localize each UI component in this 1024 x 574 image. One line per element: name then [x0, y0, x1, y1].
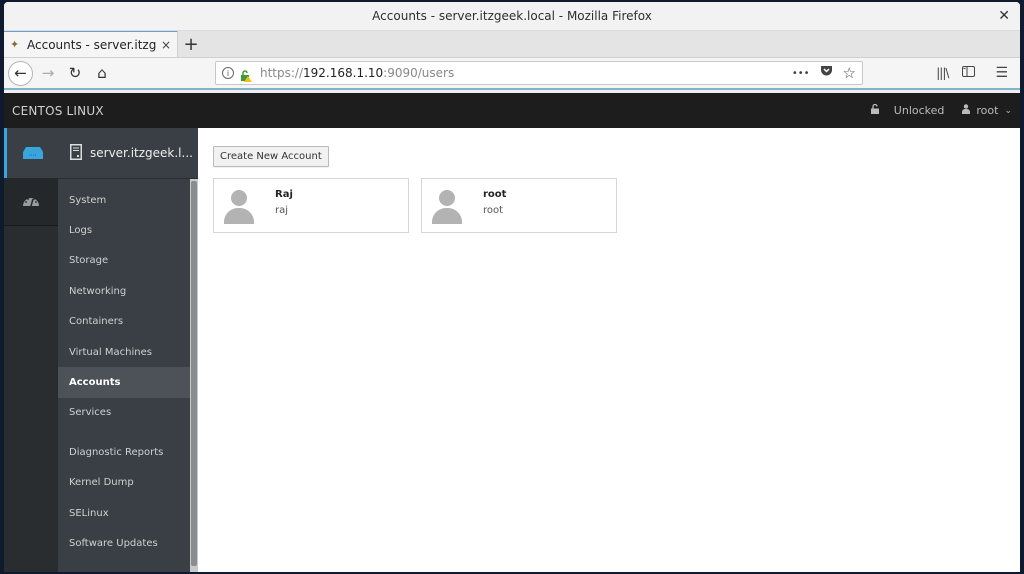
host-server-icon: [70, 143, 82, 163]
url-path: :9090/users: [383, 66, 455, 80]
tab-accounts[interactable]: ✦ Accounts - server.itzgeek ×: [4, 30, 178, 57]
sidebar-item-accounts[interactable]: Accounts: [58, 367, 198, 398]
home-button[interactable]: ⌂: [90, 61, 114, 85]
url-text[interactable]: https://192.168.1.10:9090/users: [260, 66, 792, 80]
sidebar-item-diagnostic-reports[interactable]: Diagnostic Reports: [58, 437, 198, 467]
url-scheme: https://: [260, 66, 304, 80]
dashboard-gauge-icon: [22, 192, 40, 211]
unlocked-label: Unlocked: [893, 104, 945, 117]
sidebar-item-label: Networking: [69, 285, 127, 297]
sidebar-item-label: Storage: [69, 255, 109, 267]
tab-strip: ✦ Accounts - server.itzgeek × +: [4, 30, 1020, 58]
sidebar-item-label: Software Updates: [69, 537, 158, 549]
cockpit-app: CENTOS LINUX Unlocked root ⌄ server.itzg…: [4, 93, 1020, 572]
unlocked-button[interactable]: Unlocked: [870, 103, 945, 117]
masthead: CENTOS LINUX Unlocked root ⌄: [4, 93, 1020, 128]
sidebar-item-software-updates[interactable]: Software Updates: [58, 528, 198, 558]
tab-close-icon[interactable]: ×: [161, 38, 171, 52]
avatar-icon: [222, 188, 258, 226]
tab-label: Accounts - server.itzgeek: [27, 37, 157, 52]
brand-label: CENTOS LINUX: [12, 103, 104, 118]
insecure-lock-icon[interactable]: [240, 67, 252, 82]
bookmark-star-icon[interactable]: ☆: [843, 64, 856, 82]
sidebar-item-networking[interactable]: Networking: [58, 276, 198, 306]
account-list: Raj raj root root: [213, 178, 1005, 233]
cockpit-favicon-icon: ✦: [10, 37, 20, 51]
sidebar-item-logs[interactable]: Logs: [58, 215, 198, 245]
sidebar-nav: System Logs Storage Networking Container…: [58, 178, 198, 572]
library-icon[interactable]: |||\: [936, 66, 949, 80]
sidebar-item-services[interactable]: Services: [58, 398, 198, 428]
sidebar-item-label: Services: [69, 407, 112, 419]
sidebar-item-label: Logs: [69, 225, 93, 237]
sidebar-item-label: SELinux: [69, 507, 109, 519]
sidebar-item-label: Containers: [69, 316, 124, 328]
sidebar-scrollbar-track[interactable]: [190, 179, 198, 572]
create-new-account-button[interactable]: Create New Account: [213, 146, 329, 167]
nav-bar: ← → ↻ ⌂ i https://192.168.1.10:9090/user…: [4, 58, 1020, 90]
sidebar-item-containers[interactable]: Containers: [58, 307, 198, 337]
pocket-icon[interactable]: [820, 65, 833, 81]
sidebar-scrollbar-thumb[interactable]: [191, 181, 197, 566]
sidebar-item-label: System: [69, 194, 107, 206]
sidebar-item-label: Kernel Dump: [69, 477, 134, 489]
account-full-name: root: [483, 189, 507, 200]
sidebar-item-kernel-dump[interactable]: Kernel Dump: [58, 468, 198, 498]
account-full-name: Raj: [275, 189, 293, 200]
avatar-icon: [430, 188, 466, 226]
host-header[interactable]: server.itzgeek.l...: [58, 128, 198, 178]
sidebar-item-virtual-machines[interactable]: Virtual Machines: [58, 337, 198, 367]
forward-button[interactable]: →: [36, 61, 60, 85]
sidebar-icon[interactable]: [962, 65, 976, 81]
browser-window: Accounts - server.itzgeek.local - Mozill…: [4, 2, 1020, 572]
account-username: raj: [275, 205, 289, 216]
account-username: root: [483, 205, 504, 216]
host-name: server.itzgeek.l...: [90, 146, 193, 160]
new-tab-button[interactable]: +: [178, 31, 204, 57]
info-icon[interactable]: i: [222, 67, 234, 79]
sidebar-item-selinux[interactable]: SELinux: [58, 498, 198, 528]
unlock-icon: [870, 103, 880, 117]
sidebar-item-label: Diagnostic Reports: [69, 446, 164, 458]
user-label: root: [976, 104, 999, 117]
user-menu-button[interactable]: root ⌄: [962, 104, 1012, 117]
accounts-page: Create New Account Raj raj root root: [198, 128, 1020, 572]
sidebar-item-storage[interactable]: Storage: [58, 246, 198, 276]
title-bar: Accounts - server.itzgeek.local - Mozill…: [4, 2, 1020, 31]
page-actions-icon[interactable]: •••: [792, 68, 810, 79]
account-card-root[interactable]: root root: [421, 178, 617, 233]
server-icon: [22, 144, 43, 163]
menu-icon[interactable]: ☰: [995, 65, 1008, 81]
left-icon-bar: [4, 128, 58, 572]
host-switcher-button[interactable]: [4, 128, 58, 178]
user-icon: [962, 104, 971, 117]
url-bar[interactable]: i https://192.168.1.10:9090/users ••• ☆: [215, 61, 863, 85]
close-icon[interactable]: ✕: [998, 8, 1010, 24]
reload-button[interactable]: ↻: [63, 61, 87, 85]
chevron-down-icon: ⌄: [1004, 105, 1012, 116]
window-title: Accounts - server.itzgeek.local - Mozill…: [372, 9, 652, 23]
dashboard-button[interactable]: [4, 178, 58, 226]
sidebar-item-label: Accounts: [69, 377, 121, 389]
sidebar-item-system[interactable]: System: [58, 185, 198, 215]
account-card-raj[interactable]: Raj raj: [213, 178, 409, 233]
back-button[interactable]: ←: [8, 60, 33, 86]
url-host: 192.168.1.10: [303, 66, 384, 80]
sidebar-item-label: Virtual Machines: [69, 346, 152, 358]
